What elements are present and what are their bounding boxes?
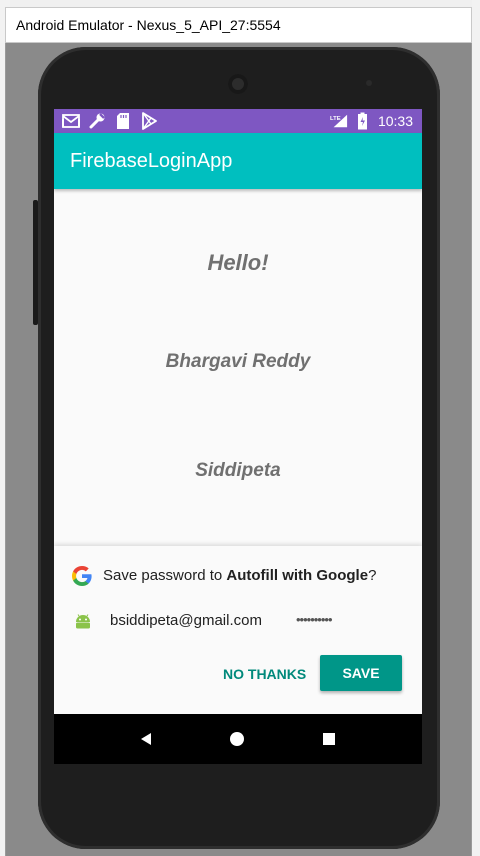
user-name-text: Bhargavi Reddy	[165, 351, 311, 372]
ide-background-right	[472, 0, 480, 856]
google-logo-icon	[70, 564, 94, 588]
status-bar: LTE 10:33	[54, 109, 422, 133]
network-type-label: LTE	[330, 116, 341, 122]
battery-icon	[354, 112, 372, 130]
wrench-icon	[88, 112, 106, 130]
signal-icon: LTE	[330, 112, 348, 130]
no-thanks-button[interactable]: NO THANKS	[217, 656, 312, 692]
gmail-icon	[62, 112, 80, 130]
status-time: 10:33	[377, 113, 413, 129]
autofill-email: bsiddipeta@gmail.com	[110, 612, 262, 629]
phone-screen: LTE 10:33 FirebaseLoginApp Hello! Bharga…	[54, 109, 422, 764]
autofill-save-dialog: Save password to Autofill with Google? b…	[54, 546, 422, 714]
app-title: FirebaseLoginApp	[70, 150, 233, 172]
back-icon[interactable]	[135, 728, 157, 750]
autofill-title-prefix: Save password to	[103, 567, 227, 584]
emulator-titlebar[interactable]: Android Emulator - Nexus_5_API_27:5554	[5, 7, 472, 43]
recents-icon[interactable]	[318, 728, 340, 750]
app-toolbar: FirebaseLoginApp	[54, 133, 422, 189]
greeting-text: Hello!	[207, 250, 269, 275]
android-icon	[74, 612, 92, 630]
play-store-icon	[140, 112, 158, 130]
autofill-title-bold: Autofill with Google	[226, 567, 369, 584]
autofill-title: Save password to Autofill with Google?	[103, 567, 376, 584]
user-place-text: Siddipeta	[195, 460, 281, 481]
navigation-bar	[54, 714, 422, 764]
emulator-title: Android Emulator - Nexus_5_API_27:5554	[16, 17, 281, 33]
autofill-password-masked: ••••••••••	[296, 612, 333, 627]
proximity-sensor	[366, 80, 372, 86]
sdcard-icon	[114, 112, 132, 130]
save-button[interactable]: SAVE	[320, 655, 402, 691]
home-icon[interactable]	[226, 728, 248, 750]
autofill-title-suffix: ?	[368, 567, 377, 584]
earpiece	[228, 74, 248, 94]
